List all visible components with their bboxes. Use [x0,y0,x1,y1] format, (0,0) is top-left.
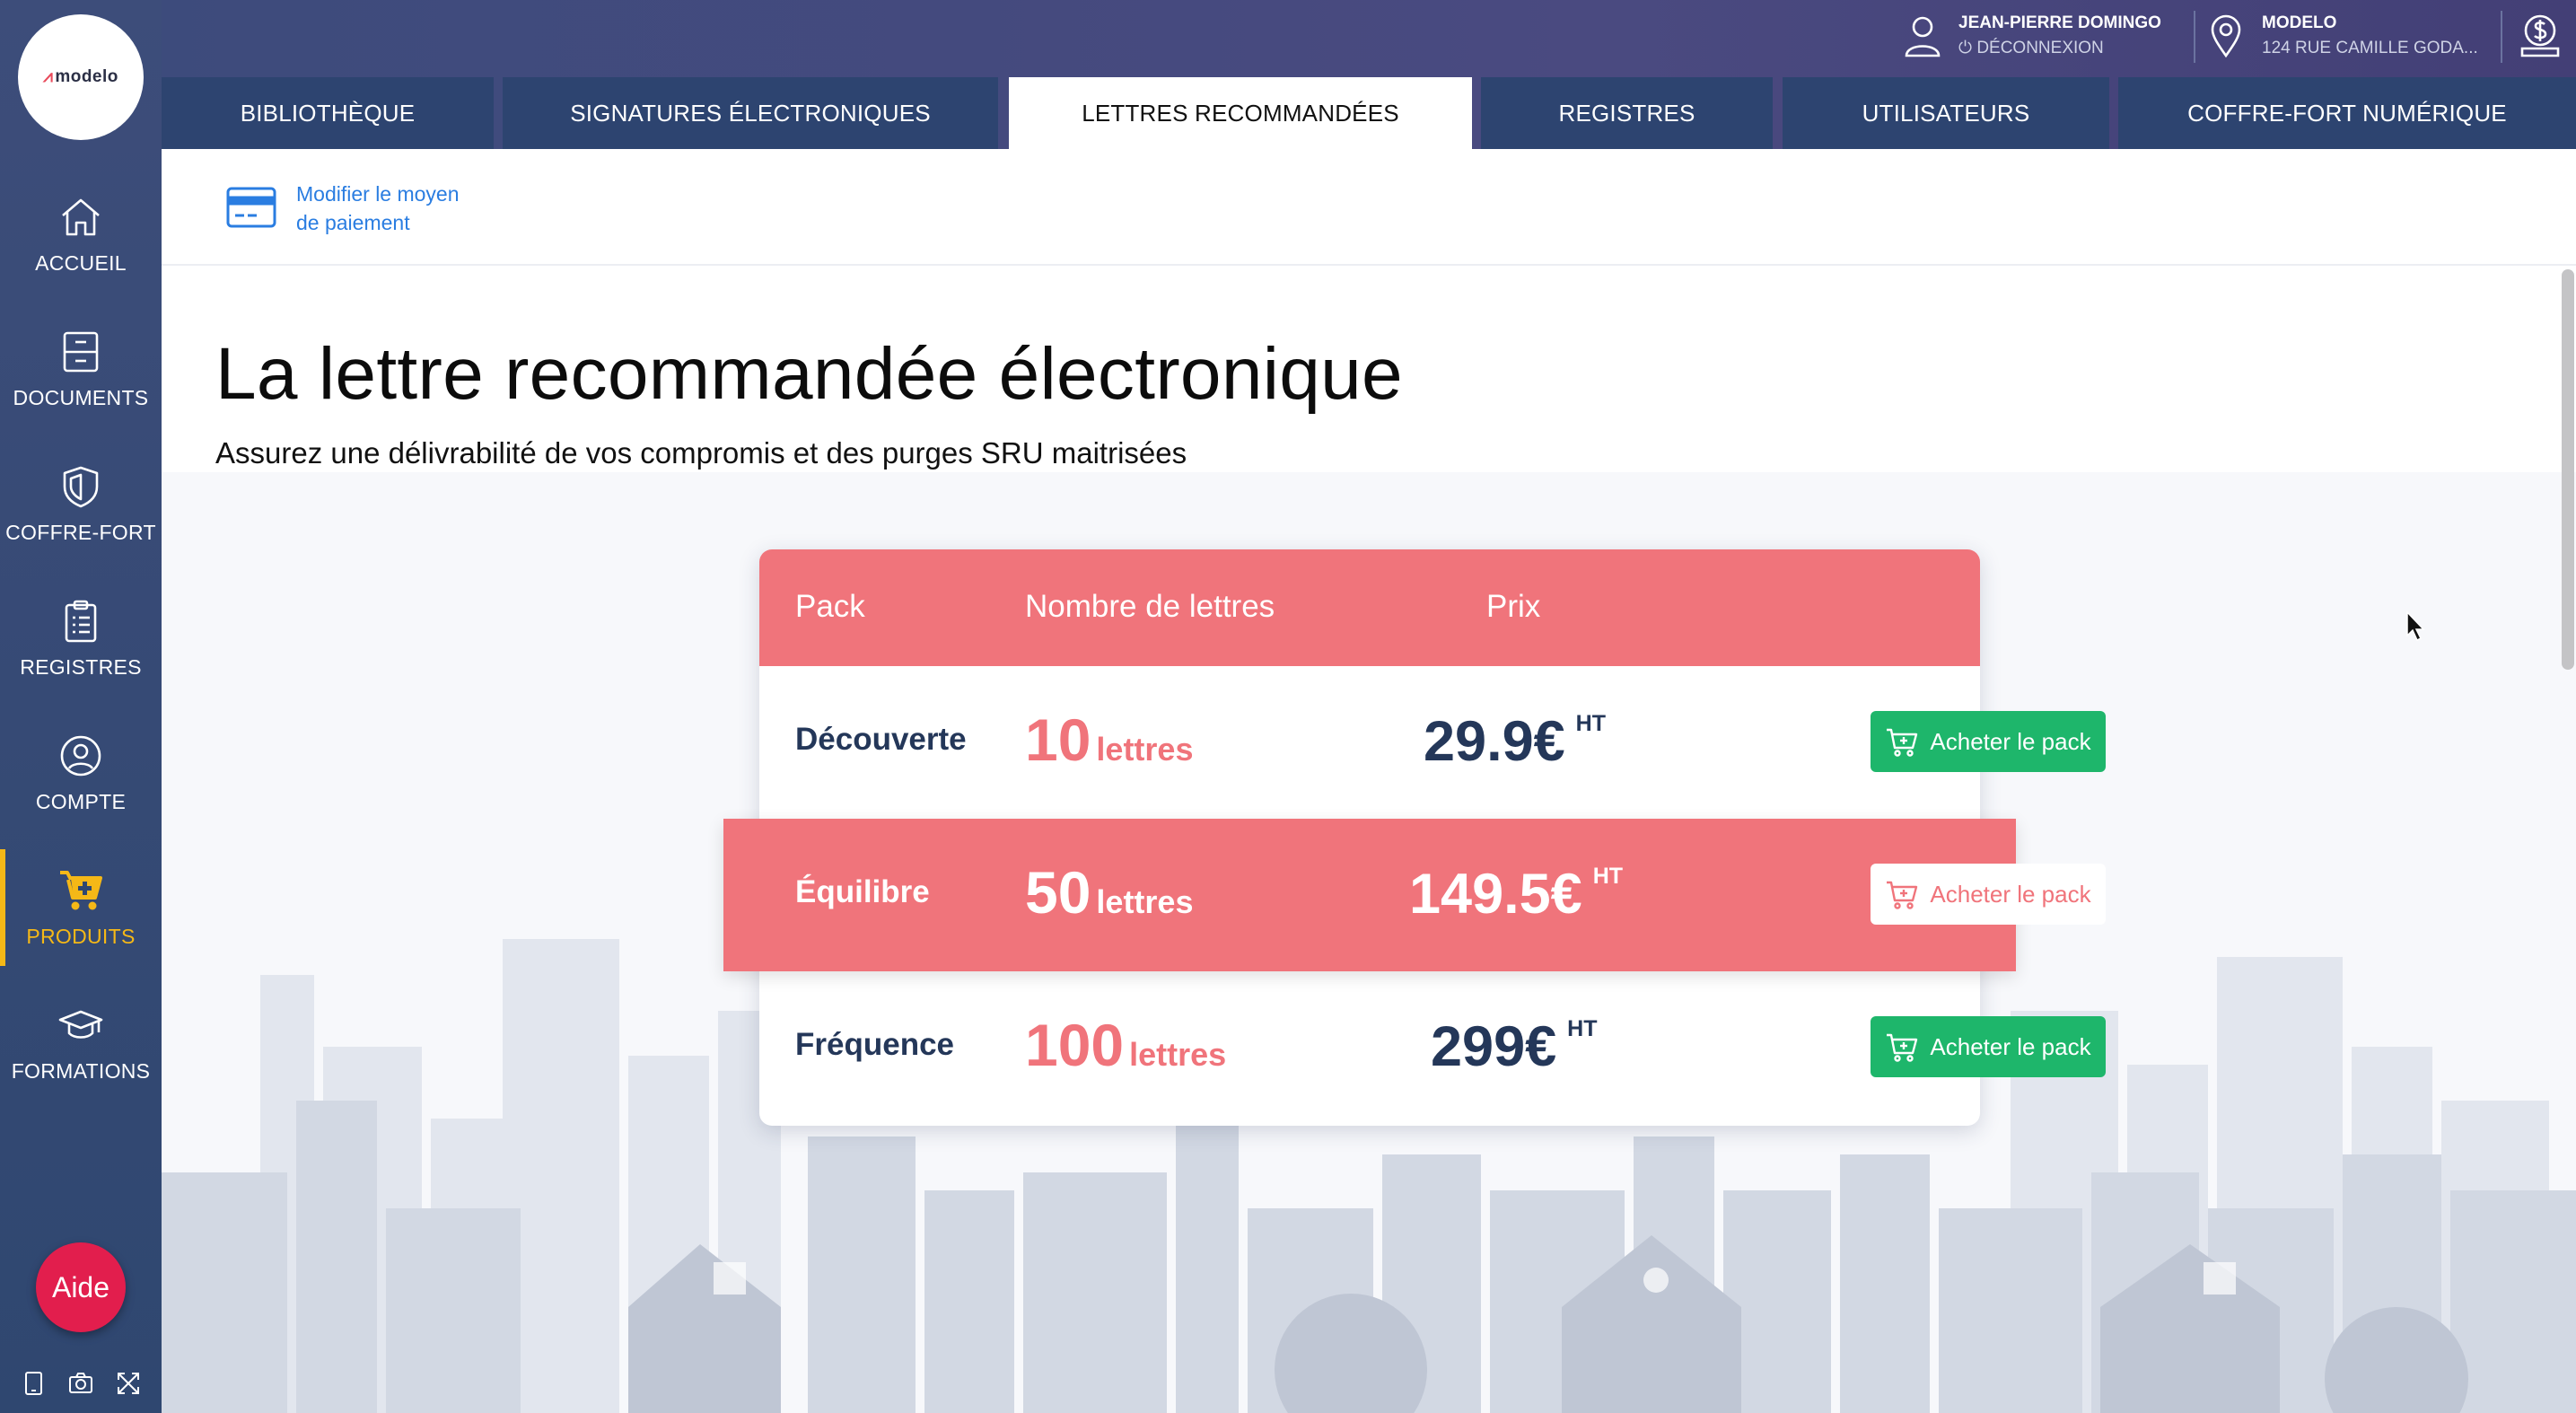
letter-unit: lettres [1096,731,1194,768]
column-header-price: Prix [1486,589,1541,624]
page-title: La lettre recommandée électronique [215,333,1403,415]
camera-icon[interactable] [67,1370,94,1397]
pack-price: 29.9€ HT [1424,709,1606,774]
sidebar-tools [0,1361,162,1406]
expand-icon[interactable] [115,1370,142,1397]
buy-pack-button[interactable]: Acheter le pack [1871,711,2106,772]
sidebar-item-label: FORMATIONS [11,1058,151,1083]
cart-plus-icon [1887,881,1918,909]
location-pin-icon [2211,14,2241,58]
file-cabinet-icon [63,331,99,372]
cart-plus-icon [60,870,102,909]
pack-name: Équilibre [795,874,930,909]
letter-count-value: 10 [1025,706,1091,773]
change-payment-link[interactable]: Modifier le moyen de paiement [296,180,494,237]
cart-plus-icon [1887,728,1918,757]
tax-label: HT [1575,711,1606,736]
tab-registres[interactable]: REGISTRES [1481,77,1773,149]
tax-label: HT [1567,1016,1598,1041]
letter-unit: lettres [1129,1036,1227,1073]
scrollbar-thumb[interactable] [2562,269,2574,670]
price-value: 29.9€ [1424,710,1565,773]
shield-icon [63,466,99,507]
credit-card-icon[interactable] [226,187,276,228]
payment-line-2: de paiement [296,211,410,234]
header-divider [2194,11,2195,63]
home-icon [62,198,100,235]
table-row: Fréquence 100 lettres 299€ HT Acheter le p… [759,971,2106,1124]
buy-pack-button[interactable]: Acheter le pack [1871,864,2106,925]
sidebar: ⩘ modelo ACCUEIL DOCUMENTS COFFRE-FORT RE… [0,0,162,1413]
mouse-cursor-icon [2406,610,2425,642]
price-value: 149.5€ [1409,863,1582,926]
cart-plus-icon [1887,1033,1918,1062]
letter-unit: lettres [1096,883,1194,920]
table-row: Découverte 10 lettres 29.9€ HT Acheter le … [759,666,2106,819]
tablet-icon[interactable] [20,1370,47,1397]
column-header-count: Nombre de lettres [1025,589,1275,624]
user-menu[interactable]: JEAN-PIERRE DOMINGO ⏻ DÉCONNEXION [1903,13,2161,59]
sidebar-item-registres[interactable]: REGISTRES [0,571,162,706]
graduation-cap-icon [58,1010,103,1039]
buy-pack-label: Acheter le pack [1930,727,2091,755]
logo[interactable]: ⩘ modelo [18,14,144,140]
pack-price: 149.5€ HT [1409,862,1623,926]
sidebar-item-accueil[interactable]: ACCUEIL [0,167,162,302]
sidebar-item-label: COMPTE [35,789,127,813]
user-icon [1905,16,1941,57]
letter-count-value: 100 [1025,1012,1125,1078]
pack-name: Fréquence [795,1027,954,1062]
tab-bibliotheque[interactable]: BIBLIOTHÈQUE [162,77,494,149]
sidebar-item-compte[interactable]: COMPTE [0,706,162,840]
sidebar-item-label: REGISTRES [20,654,142,679]
buy-pack-label: Acheter le pack [1930,1032,2091,1060]
sidebar-item-label: PRODUITS [26,924,136,948]
price-value: 299€ [1431,1015,1557,1078]
sidebar-item-label: DOCUMENTS [13,385,149,409]
buy-pack-label: Acheter le pack [1930,880,2091,908]
logo-mark-icon: ⩘ [43,67,54,86]
help-button[interactable]: Aide [36,1242,126,1332]
logo-text: modelo [55,67,118,86]
letter-count: 10 lettres [1025,706,1193,774]
tax-label: HT [1592,864,1624,889]
tab-signatures[interactable]: SIGNATURES ÉLECTRONIQUES [503,77,998,149]
agency-name: MODELO [2262,13,2337,32]
logout-link[interactable]: ⏻ DÉCONNEXION [1958,39,2161,58]
letter-count: 50 lettres [1025,858,1193,926]
sidebar-item-documents[interactable]: DOCUMENTS [0,302,162,436]
tab-lettres-recommandees[interactable]: LETTRES RECOMMANDÉES [1009,77,1472,149]
tab-coffre-fort-numerique[interactable]: COFFRE-FORT NUMÉRIQUE [2118,77,2576,149]
sidebar-item-coffre-fort[interactable]: COFFRE-FORT [0,436,162,571]
dollar-coin-icon[interactable] [2519,13,2562,59]
agency-address: 124 RUE CAMILLE GODA... [2262,39,2478,57]
agency-selector[interactable]: MODELO 124 RUE CAMILLE GODA... [2208,13,2478,59]
power-icon: ⏻ [1958,39,1977,57]
pack-name: Découverte [795,722,967,757]
pricing-table: Pack Nombre de lettres Prix Découverte 1… [723,549,2106,1126]
sidebar-item-produits[interactable]: PRODUITS [0,840,162,975]
letter-count-value: 50 [1025,859,1091,926]
payment-line-1: Modifier le moyen [296,182,460,206]
clipboard-list-icon [65,600,97,642]
sidebar-item-formations[interactable]: FORMATIONS [0,975,162,1110]
header-divider [2501,11,2502,63]
letter-count: 100 lettres [1025,1011,1226,1079]
buy-pack-button[interactable]: Acheter le pack [1871,1016,2106,1077]
payment-bar: Modifier le moyen de paiement [162,149,2576,266]
pricing-table-header: Pack Nombre de lettres Prix [759,549,1980,666]
sidebar-item-label: ACCUEIL [35,250,127,275]
sidebar-item-label: COFFRE-FORT [5,520,156,544]
page-subtitle: Assurez une délivrabilité de vos comprom… [215,436,1187,470]
logout-label: DÉCONNEXION [1976,39,2104,57]
tab-utilisateurs[interactable]: UTILISATEURS [1783,77,2109,149]
user-name: JEAN-PIERRE DOMINGO [1958,13,2161,32]
main-content: Modifier le moyen de paiement La lettre … [162,149,2576,1413]
user-circle-icon [60,735,101,776]
pack-price: 299€ HT [1431,1014,1597,1079]
column-header-pack: Pack [795,589,865,624]
table-row-highlighted: Équilibre 50 lettres 149.5€ HT Acheter le … [723,819,2106,971]
